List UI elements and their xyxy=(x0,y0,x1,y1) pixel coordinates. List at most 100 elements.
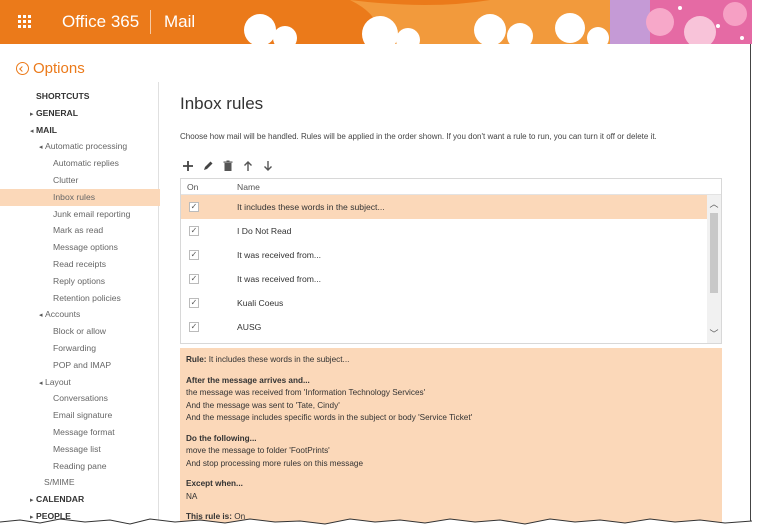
nav-item[interactable]: Reading pane xyxy=(0,458,160,475)
after-heading: After the message arrives and... xyxy=(186,375,310,385)
except-heading: Except when... xyxy=(186,479,243,488)
rule-enabled-checkbox[interactable]: ✓ xyxy=(189,274,199,284)
arrow-up-icon xyxy=(244,161,252,171)
move-up-button[interactable] xyxy=(242,160,254,172)
move-down-button[interactable] xyxy=(262,160,274,172)
brand-title[interactable]: Office 365 xyxy=(62,12,139,32)
header-theme-art xyxy=(230,0,752,44)
nav-item-label: MAIL xyxy=(36,124,58,135)
rule-name: It was received from... xyxy=(237,274,322,284)
rule-value: It includes these words in the subject..… xyxy=(208,355,350,364)
arrow-down-icon xyxy=(264,161,272,171)
nav-item[interactable]: Mark as read xyxy=(0,222,160,239)
scrollbar-thumb[interactable] xyxy=(710,213,718,293)
nav-item[interactable]: ◂ MAIL xyxy=(0,122,160,139)
nav-item-label: POP and IMAP xyxy=(53,359,112,370)
rules-table: On Name ✓ It includes these words in the … xyxy=(180,178,722,344)
nav-item[interactable]: Message list xyxy=(0,441,160,458)
condition-line: the message was received from 'Informati… xyxy=(186,388,426,397)
nav-item[interactable]: ◂ Accounts xyxy=(0,306,160,323)
nav-item[interactable]: Message options xyxy=(0,239,160,256)
nav-item-label: Automatic processing xyxy=(45,141,128,152)
exceptions-section: Except when... NA xyxy=(186,478,716,503)
condition-line: And the message includes specific words … xyxy=(186,413,473,422)
nav-item[interactable]: Email signature xyxy=(0,407,160,424)
nav-item-label: Accounts xyxy=(45,309,81,320)
page-border xyxy=(750,44,751,531)
rule-enabled-checkbox[interactable]: ✓ xyxy=(189,298,199,308)
nav-item-label: S/MIME xyxy=(44,477,75,488)
nav-item-label: Email signature xyxy=(53,410,113,421)
rule-details-panel: Rule: It includes these words in the sub… xyxy=(180,348,722,531)
rules-scrollbar[interactable]: ︿ ﹀ xyxy=(707,195,721,343)
delete-rule-button[interactable] xyxy=(222,160,234,172)
nav-item[interactable]: POP and IMAP xyxy=(0,357,160,374)
except-value: NA xyxy=(186,491,198,501)
rule-row[interactable]: ✓ It was received from... xyxy=(181,267,721,291)
nav-item-label: Retention policies xyxy=(53,292,121,303)
app-launcher-icon[interactable] xyxy=(18,15,31,28)
nav-item[interactable]: Junk email reporting xyxy=(0,206,160,223)
rule-row[interactable]: ✓ I Do Not Read xyxy=(181,219,721,243)
rule-row[interactable]: ✓ Kuali Coeus xyxy=(181,291,721,315)
nav-item[interactable]: Read receipts xyxy=(0,256,160,273)
rule-name: AUSG xyxy=(237,322,262,332)
rule-name: Kuali Coeus xyxy=(237,298,284,308)
after-section: After the message arrives and... the mes… xyxy=(186,375,716,425)
nav-item[interactable]: Reply options xyxy=(0,273,160,290)
rule-name: It was received from... xyxy=(237,250,322,260)
add-rule-button[interactable] xyxy=(182,160,194,172)
chevron-down-icon[interactable]: ﹀ xyxy=(709,329,719,339)
nav-item-label: Message options xyxy=(53,242,118,253)
condition-line: And the message was sent to 'Tate, Cindy… xyxy=(186,400,340,410)
rule-row[interactable]: ✓ It was received from... xyxy=(181,243,721,267)
nav-item[interactable]: Block or allow xyxy=(0,323,160,340)
trash-icon xyxy=(223,160,233,171)
nav-item-label: Clutter xyxy=(53,174,79,185)
nav-item[interactable]: S/MIME xyxy=(0,474,160,491)
chevron-up-icon[interactable]: ︿ xyxy=(709,199,719,209)
rule-row[interactable]: ✓ AUSG xyxy=(181,315,721,339)
nav-item-label: Layout xyxy=(45,376,71,387)
nav-item-label: Reply options xyxy=(53,275,106,286)
nav-item[interactable]: ▸ GENERAL xyxy=(0,105,160,122)
nav-item[interactable]: ◂ Automatic processing xyxy=(0,138,160,155)
nav-item[interactable]: Automatic replies xyxy=(0,155,160,172)
nav-item[interactable]: ▸ CALENDAR xyxy=(0,491,160,508)
nav-item-label: Reading pane xyxy=(53,460,107,471)
top-bar: Office 365 Mail xyxy=(0,0,752,44)
nav-item[interactable]: Conversations xyxy=(0,390,160,407)
nav-item-label: Inbox rules xyxy=(53,191,96,202)
pencil-icon xyxy=(204,161,213,170)
nav-item[interactable]: Retention policies xyxy=(0,290,160,307)
rule-name: It includes these words in the subject..… xyxy=(237,202,385,212)
nav-item-label: Forwarding xyxy=(53,342,96,353)
column-header-on[interactable]: On xyxy=(181,179,237,194)
rules-toolbar xyxy=(182,160,274,172)
rule-enabled-checkbox[interactable]: ✓ xyxy=(189,322,199,332)
action-line: And stop processing more rules on this m… xyxy=(186,458,364,468)
rule-enabled-checkbox[interactable]: ✓ xyxy=(189,226,199,236)
column-header-name[interactable]: Name xyxy=(237,179,721,194)
rule-enabled-checkbox[interactable]: ✓ xyxy=(189,202,199,212)
nav-item[interactable]: SHORTCUTS xyxy=(0,88,160,105)
app-title: Mail xyxy=(164,12,196,31)
nav-item[interactable]: Inbox rules xyxy=(0,188,160,206)
rule-name: I Do Not Read xyxy=(237,226,292,236)
nav-item[interactable]: Forwarding xyxy=(0,340,160,357)
nav-item-label: SHORTCUTS xyxy=(36,91,90,101)
nav-item[interactable]: Message format xyxy=(0,424,160,441)
nav-item[interactable]: ◂ Layout xyxy=(0,374,160,391)
nav-item-label: Conversations xyxy=(53,393,108,404)
page-description: Choose how mail will be handled. Rules w… xyxy=(180,132,657,141)
back-arrow-icon[interactable] xyxy=(16,62,29,75)
rule-row[interactable]: ✓ It includes these words in the subject.… xyxy=(181,195,721,219)
options-back-link[interactable]: Options xyxy=(16,60,85,77)
rules-table-header: On Name xyxy=(181,179,721,195)
plus-icon xyxy=(183,161,193,171)
rule-label: Rule: xyxy=(186,355,207,364)
header-divider xyxy=(150,10,151,34)
nav-item[interactable]: Clutter xyxy=(0,172,160,189)
edit-rule-button[interactable] xyxy=(202,160,214,172)
rule-enabled-checkbox[interactable]: ✓ xyxy=(189,250,199,260)
